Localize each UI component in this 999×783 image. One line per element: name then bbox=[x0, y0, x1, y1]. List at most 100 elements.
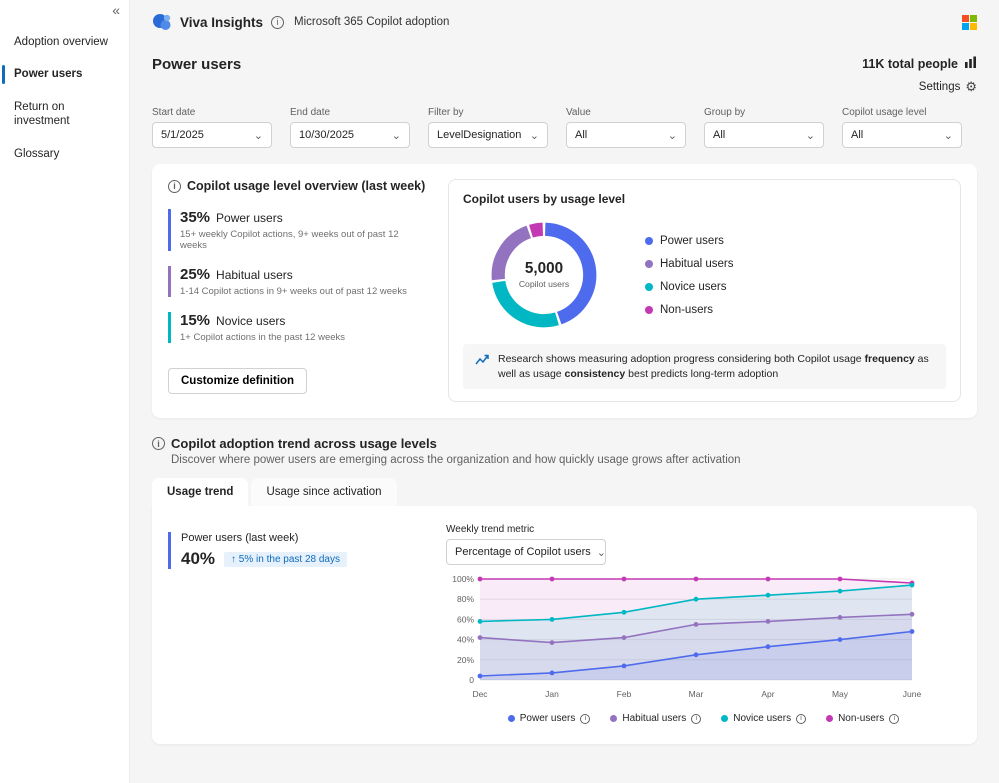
trend-legend-novice-users[interactable]: Novice users bbox=[721, 713, 807, 725]
trend-legend-power-users[interactable]: Power users bbox=[507, 713, 591, 724]
trend-legend-habitual-users[interactable]: Habitual users bbox=[610, 713, 702, 725]
header-context-label: Microsoft 365 Copilot adoption bbox=[294, 16, 450, 28]
legend-dot bbox=[645, 305, 653, 314]
page-title: Power users bbox=[152, 56, 242, 73]
usage-trend-card: Power users (last week) 40% ↑ 5% in the … bbox=[152, 506, 977, 745]
settings-label: Settings bbox=[918, 81, 961, 93]
stat-novice-users: 15% Novice users 1+ Copilot actions in t… bbox=[168, 312, 426, 343]
svg-text:60%: 60% bbox=[457, 615, 474, 625]
legend-item-novice-users[interactable]: Novice users bbox=[645, 281, 734, 293]
overview-title: Copilot usage level overview (last week) bbox=[187, 179, 426, 193]
filter-label: Group by bbox=[704, 107, 746, 118]
sidebar-collapse-icon[interactable]: « bbox=[112, 2, 120, 18]
research-note: Research shows measuring adoption progre… bbox=[463, 344, 946, 390]
stat-description: 1+ Copilot actions in the past 12 weeks bbox=[180, 332, 346, 343]
stat-percent: 35% bbox=[180, 209, 211, 226]
start-date-dropdown[interactable]: 5/1/2025 bbox=[152, 122, 272, 148]
svg-text:May: May bbox=[832, 689, 849, 699]
trend-tabs: Usage trend Usage since activation bbox=[130, 478, 999, 507]
value-value: All bbox=[575, 129, 588, 141]
legend-item-non-users[interactable]: Non-users bbox=[645, 304, 734, 316]
settings-button[interactable]: Settings ⚙ bbox=[862, 79, 977, 95]
stat-label: Habitual users bbox=[216, 268, 293, 282]
tab-usage-trend[interactable]: Usage trend bbox=[152, 478, 249, 507]
legend-label: Non-users bbox=[660, 303, 714, 316]
app-root: « Adoption overview Power users Return o… bbox=[0, 0, 999, 783]
sidebar-nav: Adoption overview Power users Return on … bbox=[0, 0, 129, 170]
total-people: 11K total people bbox=[862, 56, 977, 72]
svg-text:Mar: Mar bbox=[689, 689, 704, 699]
svg-text:100%: 100% bbox=[452, 574, 474, 584]
svg-text:20%: 20% bbox=[457, 655, 474, 665]
svg-text:Apr: Apr bbox=[761, 689, 774, 699]
filter-label: Filter by bbox=[428, 107, 464, 118]
trend-chart-block: Weekly trend metric Percentage of Copilo… bbox=[446, 524, 961, 732]
research-note-text: Research shows measuring adoption progre… bbox=[498, 352, 934, 381]
sidebar-item-return-on-investment[interactable]: Return on investment bbox=[0, 91, 129, 138]
info-icon[interactable] bbox=[580, 713, 591, 724]
legend-item-power-users[interactable]: Power users bbox=[645, 235, 734, 247]
app-launcher-icon[interactable] bbox=[962, 14, 977, 30]
info-icon[interactable] bbox=[168, 179, 181, 193]
title-right: 11K total people Settings ⚙ bbox=[862, 56, 977, 95]
filter-label: Value bbox=[566, 107, 591, 118]
overview-title-row: Copilot usage level overview (last week) bbox=[168, 179, 426, 193]
customize-definition-button[interactable]: Customize definition bbox=[168, 368, 308, 394]
filter-end-date: End date 10/30/2025 bbox=[290, 107, 410, 148]
info-icon[interactable] bbox=[152, 437, 165, 451]
trend-chart-svg: 0 20% 40% 60% 80% 100% Dec Jan Feb Mar Apr May June bbox=[452, 574, 922, 699]
viva-insights-logo bbox=[152, 12, 172, 32]
filter-by-dropdown[interactable]: LevelDesignation bbox=[428, 122, 548, 148]
bar-chart-icon[interactable] bbox=[964, 56, 977, 72]
value-dropdown[interactable]: All bbox=[566, 122, 686, 148]
trend-legend-non-users[interactable]: Non-users bbox=[826, 713, 900, 725]
donut-card-title: Copilot users by usage level bbox=[463, 192, 626, 206]
legend-dot bbox=[721, 715, 729, 723]
legend-dot bbox=[645, 282, 653, 291]
info-icon[interactable] bbox=[691, 713, 702, 724]
copilot-usage-level-value: All bbox=[851, 129, 864, 141]
legend-label: Novice users bbox=[733, 713, 792, 725]
stat-description: 1-14 Copilot actions in 9+ weeks out of … bbox=[180, 286, 407, 297]
svg-text:80%: 80% bbox=[457, 595, 474, 605]
filter-group-by: Group by All bbox=[704, 107, 824, 148]
stat-label: Power users bbox=[216, 211, 283, 225]
legend-label: Habitual users bbox=[622, 713, 687, 725]
legend-dot bbox=[507, 715, 515, 723]
trend-metric-block: Power users (last week) 40% ↑ 5% in the … bbox=[168, 524, 418, 732]
stat-habitual-users: 25% Habitual users 1-14 Copilot actions … bbox=[168, 266, 426, 297]
sidebar-item-adoption-overview[interactable]: Adoption overview bbox=[0, 26, 129, 58]
note-bold: frequency bbox=[864, 353, 915, 365]
tab-usage-since-activation[interactable]: Usage since activation bbox=[251, 478, 397, 507]
donut-center-value: 5,000 bbox=[525, 260, 563, 277]
note-text: Research shows measuring adoption progre… bbox=[498, 353, 862, 365]
legend-dot bbox=[645, 236, 653, 245]
info-icon[interactable] bbox=[889, 713, 900, 724]
filter-label: Start date bbox=[152, 107, 196, 118]
copilot-usage-level-dropdown[interactable]: All bbox=[842, 122, 962, 148]
svg-text:June: June bbox=[903, 689, 922, 699]
usage-stats: 35% Power users 15+ weekly Copilot actio… bbox=[168, 209, 426, 358]
legend-item-habitual-users[interactable]: Habitual users bbox=[645, 258, 734, 270]
usage-level-overview-card: Copilot usage level overview (last week)… bbox=[152, 164, 977, 419]
main-content: Viva Insights Microsoft 365 Copilot adop… bbox=[130, 0, 999, 783]
svg-text:0: 0 bbox=[469, 675, 474, 685]
filter-label: Copilot usage level bbox=[842, 107, 927, 118]
sidebar-item-power-users[interactable]: Power users bbox=[0, 58, 129, 90]
legend-label: Habitual users bbox=[660, 257, 734, 270]
group-by-dropdown[interactable]: All bbox=[704, 122, 824, 148]
weekly-trend-metric-dropdown[interactable]: Percentage of Copilot users bbox=[446, 539, 606, 566]
donut-legend: Power users Habitual users Novice users bbox=[645, 235, 734, 316]
end-date-dropdown[interactable]: 10/30/2025 bbox=[290, 122, 410, 148]
legend-label: Non-users bbox=[838, 713, 885, 725]
stat-label: Novice users bbox=[216, 314, 286, 328]
info-icon[interactable] bbox=[271, 15, 285, 29]
legend-dot bbox=[826, 715, 834, 723]
info-icon[interactable] bbox=[796, 713, 807, 724]
svg-text:40%: 40% bbox=[457, 635, 474, 645]
weekly-trend-metric-value: Percentage of Copilot users bbox=[455, 546, 591, 559]
filter-by: Filter by LevelDesignation bbox=[428, 107, 548, 148]
weekly-trend-metric-label: Weekly trend metric bbox=[446, 524, 535, 536]
sidebar-item-glossary[interactable]: Glossary bbox=[0, 138, 129, 170]
legend-dot bbox=[645, 259, 653, 268]
